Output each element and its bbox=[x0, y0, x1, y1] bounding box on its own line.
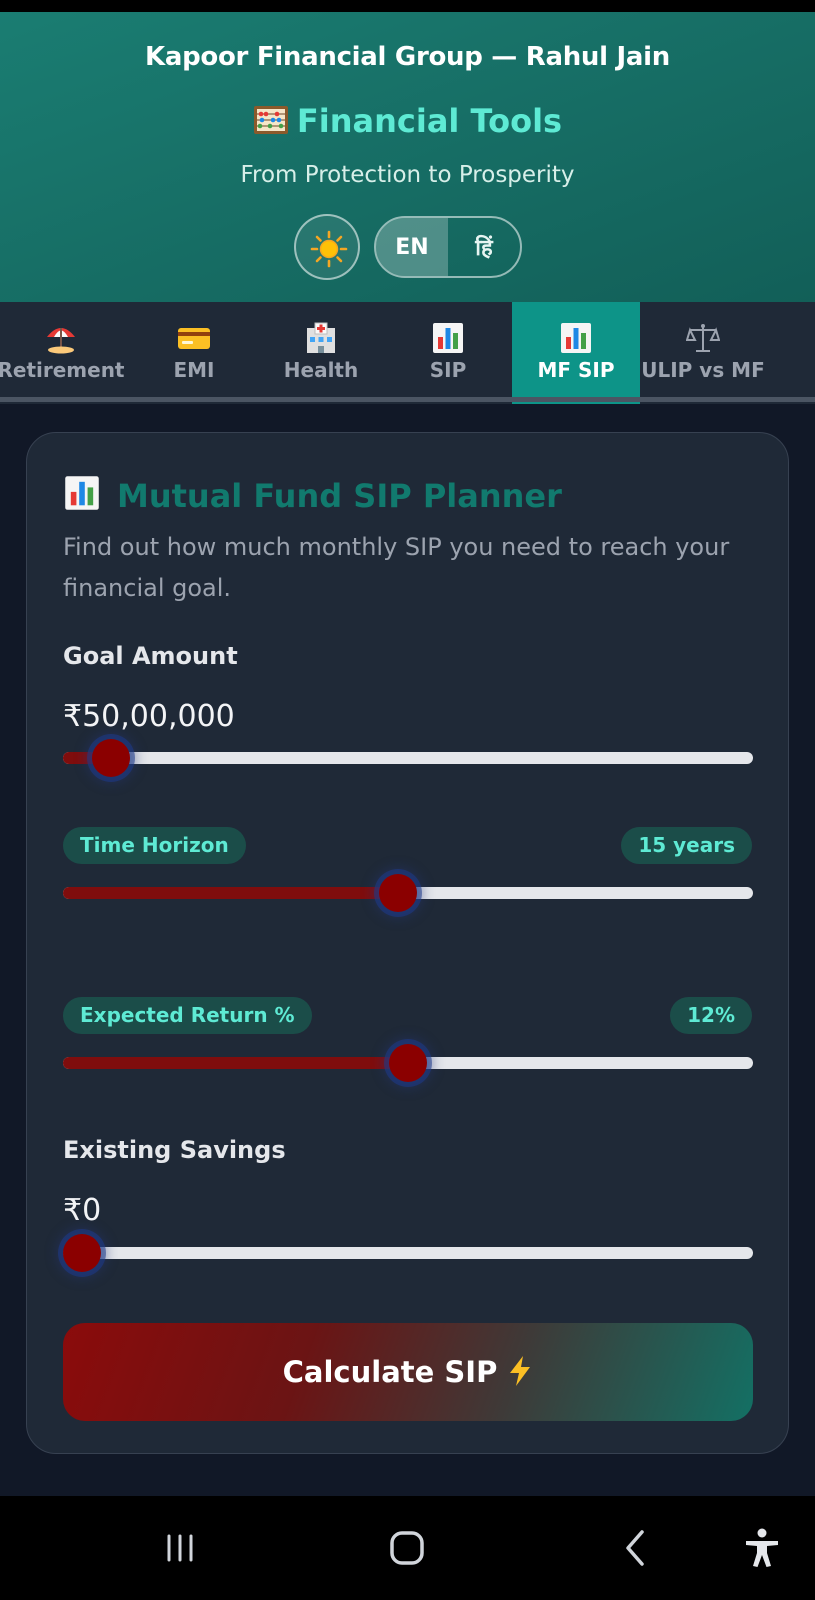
time-horizon-slider[interactable] bbox=[63, 873, 753, 913]
beach-umbrella-icon bbox=[47, 328, 75, 354]
existing-savings-slider[interactable] bbox=[63, 1233, 753, 1273]
page-title-text: Financial Tools bbox=[296, 102, 563, 140]
tab-label: ULIP vs MF bbox=[641, 358, 765, 382]
existing-savings-label: Existing Savings bbox=[63, 1136, 286, 1164]
sun-icon bbox=[310, 230, 348, 268]
goal-amount-slider[interactable] bbox=[63, 738, 753, 778]
home-icon[interactable] bbox=[383, 1524, 431, 1572]
card-title-text: Mutual Fund SIP Planner bbox=[117, 477, 562, 515]
card-description: Find out how much monthly SIP you need t… bbox=[63, 533, 730, 602]
time-horizon-label: Time Horizon bbox=[63, 827, 246, 864]
tab-retirement[interactable]: Retirement bbox=[0, 302, 125, 404]
expected-return-label: Expected Return % bbox=[63, 997, 312, 1034]
tab-label: EMI bbox=[173, 358, 215, 382]
brand-name: Kapoor Financial Group — Rahul Jain bbox=[145, 42, 670, 72]
accessibility-icon[interactable] bbox=[738, 1524, 786, 1572]
calculate-sip-label: Calculate SIP bbox=[282, 1355, 498, 1389]
tab-label: SIP bbox=[429, 358, 467, 382]
theme-toggle-button[interactable] bbox=[294, 214, 360, 280]
slider-thumb[interactable] bbox=[389, 1044, 427, 1082]
slider-fill bbox=[63, 1057, 408, 1069]
slider-fill bbox=[63, 887, 398, 899]
time-horizon-value: 15 years bbox=[621, 827, 752, 864]
tab-mf-sip[interactable]: MF SIP bbox=[512, 302, 640, 404]
goal-amount-value: ₹50,00,000 bbox=[63, 699, 235, 734]
slider-track bbox=[63, 1247, 753, 1259]
tab-ulip-vs-mf[interactable]: ULIP vs MF bbox=[639, 302, 767, 404]
bar-chart-icon bbox=[433, 323, 463, 353]
tab-sip[interactable]: SIP bbox=[384, 302, 512, 404]
tab-label: Retirement bbox=[0, 358, 125, 382]
system-nav-bar bbox=[0, 1496, 815, 1600]
back-icon[interactable] bbox=[612, 1524, 660, 1572]
goal-amount-label: Goal Amount bbox=[63, 642, 238, 670]
page-title: Financial Tools bbox=[0, 102, 815, 140]
scales-icon bbox=[686, 324, 720, 352]
expected-return-value: 12% bbox=[670, 997, 752, 1034]
expected-return-slider[interactable] bbox=[63, 1043, 753, 1083]
lightning-icon bbox=[510, 1356, 531, 1386]
status-bar bbox=[0, 0, 815, 12]
tab-health[interactable]: Health bbox=[257, 302, 385, 404]
existing-savings-value: ₹0 bbox=[63, 1193, 102, 1228]
hospital-icon bbox=[307, 322, 335, 353]
slider-track bbox=[63, 752, 753, 764]
tab-next-partial[interactable] bbox=[766, 302, 815, 404]
calculate-sip-button[interactable]: Calculate SIP bbox=[63, 1323, 753, 1421]
slider-thumb[interactable] bbox=[63, 1234, 101, 1272]
tab-divider bbox=[0, 397, 815, 402]
tab-emi[interactable]: EMI bbox=[130, 302, 258, 404]
slider-thumb[interactable] bbox=[378, 874, 417, 912]
card-title: Mutual Fund SIP Planner bbox=[63, 475, 562, 515]
credit-card-icon bbox=[178, 328, 210, 349]
lang-option-en[interactable]: EN bbox=[376, 218, 448, 276]
tool-tabs: Retirement EMI Health SIP MF SIP ULIP vs… bbox=[0, 302, 815, 404]
abacus-icon bbox=[253, 106, 288, 134]
tab-label: Health bbox=[283, 358, 359, 382]
tab-label: MF SIP bbox=[537, 358, 615, 382]
app-header: Kapoor Financial Group — Rahul Jain Fina… bbox=[0, 12, 815, 302]
mf-sip-planner-card: Mutual Fund SIP Planner Find out how muc… bbox=[26, 432, 789, 1454]
slider-thumb[interactable] bbox=[92, 739, 131, 777]
language-toggle[interactable]: EN हिं bbox=[374, 216, 522, 278]
recent-apps-icon[interactable] bbox=[156, 1524, 204, 1572]
tagline: From Protection to Prosperity bbox=[240, 162, 575, 188]
bar-chart-icon bbox=[65, 476, 99, 510]
bar-chart-icon bbox=[561, 323, 591, 353]
lang-option-hi[interactable]: हिं bbox=[448, 218, 520, 276]
